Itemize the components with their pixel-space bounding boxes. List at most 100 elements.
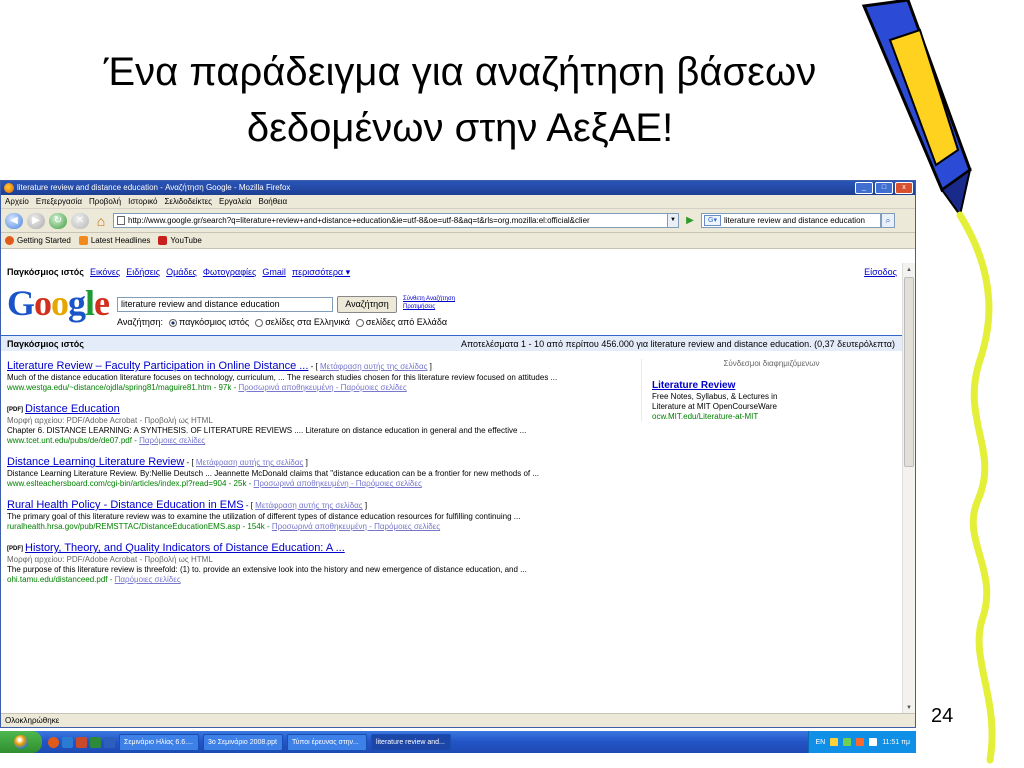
translate-link[interactable]: - [ Μετάφραση αυτής της σελίδας ] [308,362,432,371]
result-title-link[interactable]: Distance Education [25,403,120,415]
windows-taskbar: Σεμινάριο Ηλίας 6.6.... 3ο Σεμινάριο 200… [0,731,916,753]
task-seminar-folder[interactable]: Σεμινάριο Ηλίας 6.6.... [119,733,199,751]
excel-quicklaunch-icon[interactable] [90,736,101,748]
results-label: Παγκόσμιος ιστός [7,339,84,349]
word-quicklaunch-icon[interactable] [104,736,115,748]
result-title-line: Distance Learning Literature Review - [ … [7,455,617,469]
gbar-news[interactable]: Ειδήσεις [126,265,160,279]
go-arrow-icon[interactable]: ▶ [683,213,697,228]
url-dropdown-icon[interactable]: ▼ [667,213,679,228]
cache-similar-links[interactable]: Παρόμοιες σελίδες [115,575,181,584]
result-title-link[interactable]: Rural Health Policy - Distance Education… [7,499,244,511]
result-item: Literature Review – Faculty Participatio… [7,359,617,393]
scope-option-web[interactable]: παγκόσμιος ιστός [168,316,249,328]
tray-icon[interactable] [856,738,865,746]
tray-icon[interactable] [843,738,852,746]
window-titlebar[interactable]: literature review and distance education… [1,181,915,195]
sponsored-url[interactable]: ocw.MIT.edu/Literature-at-MIT [652,412,891,422]
menu-bookmarks[interactable]: Σελιδοδείκτες [164,195,212,208]
quick-launch [48,736,115,748]
home-icon[interactable]: ⌂ [93,213,109,229]
scroll-up-icon[interactable]: ▲ [904,265,914,275]
slide-title-line1: Ένα παράδειγμα για αναζήτηση βάσεων [103,50,817,94]
window-title: literature review and distance education… [17,183,291,192]
reload-icon[interactable]: ↻ [49,212,67,229]
translate-link[interactable]: - [ Μετάφραση αυτής της σελίδας ] [184,458,308,467]
volume-icon[interactable] [869,738,878,746]
result-snippet: Distance Learning Literature Review. By:… [7,469,540,478]
bookmark-getting-started[interactable]: Getting Started [5,233,71,248]
menu-tools[interactable]: Εργαλεία [219,195,251,208]
rss-icon [78,236,88,245]
translate-link[interactable]: - [ Μετάφραση αυτής της σελίδας ] [244,501,367,510]
close-button[interactable]: x [895,182,913,194]
cache-similar-links[interactable]: Παρόμοιες σελίδες [139,436,205,445]
gbar-photos[interactable]: Φωτογραφίες [203,265,257,279]
menu-view[interactable]: Προβολή [89,195,121,208]
maximize-button[interactable]: □ [875,182,893,194]
scope-option-greek[interactable]: σελίδες στα Ελληνικά [255,316,350,328]
result-snippet: The primary goal of this literature revi… [7,512,521,521]
result-title-link[interactable]: Distance Learning Literature Review [7,456,184,468]
task-firefox[interactable]: literature review and... [371,733,451,751]
google-logo[interactable]: Google [7,283,110,323]
result-item: Rural Health Policy - Distance Education… [7,498,617,532]
language-indicator[interactable]: EN [815,739,825,746]
gbar-more[interactable]: περισσότερα ▾ [292,265,350,279]
radio-icon[interactable] [355,318,364,327]
task-research-types[interactable]: Τύποι έρευνας στην... [287,733,367,751]
result-title-link[interactable]: Literature Review – Faculty Participatio… [7,360,308,372]
menu-edit[interactable]: Επεξεργασία [36,195,82,208]
firefox-quicklaunch-icon[interactable] [48,736,59,748]
result-url-line: ruralhealth.hrsa.gov/pub/REMSTTAC/Distan… [7,522,617,532]
stop-icon[interactable]: ✕ [71,212,89,229]
toolbar-search-input[interactable]: G▾ literature review and distance educat… [701,213,881,228]
scope-option-greece[interactable]: σελίδες από Ελλάδα [355,316,447,328]
sponsored-title[interactable]: Literature Review [652,379,891,392]
radio-selected-icon[interactable] [168,318,177,327]
result-title-link[interactable]: History, Theory, and Quality Indicators … [25,542,345,554]
google-search-button[interactable]: Αναζήτηση [337,296,397,313]
cache-similar-links[interactable]: Προσωρινά αποθηκευμένη - Παρόμοιες σελίδ… [272,522,440,531]
cache-similar-links[interactable]: Προσωρινά αποθηκευμένη - Παρόμοιες σελίδ… [238,383,406,392]
youtube-icon [158,236,168,245]
result-url: www.tcet.unt.edu/pubs/de/de07.pdf - [7,436,137,445]
task-seminar-ppt[interactable]: 3ο Σεμινάριο 2008.ppt [203,733,283,751]
forward-arrow-icon[interactable]: ▶ [27,212,45,229]
results-header-bar: Παγκόσμιος ιστός Αποτελέσματα 1 - 10 από… [1,335,903,351]
result-url: ruralhealth.hrsa.gov/pub/REMSTTAC/Distan… [7,522,270,531]
sponsored-links: Σύνδεσμοι διαφημιζόμενων Literature Revi… [641,359,891,422]
menu-history[interactable]: Ιστορικό [128,195,157,208]
slide-title: Ένα παράδειγμα για αναζήτηση βάσεων δεδο… [20,44,900,156]
signin-link[interactable]: Είσοδος [864,265,897,279]
search-icon[interactable]: ⌕ [881,213,895,228]
gbar-gmail[interactable]: Gmail [262,265,286,279]
menu-help[interactable]: Βοήθεια [259,195,288,208]
radio-icon[interactable] [255,318,264,327]
gbar-images[interactable]: Εικόνες [90,265,120,279]
gbar-groups[interactable]: Ομάδες [166,265,197,279]
page-content: Παγκόσμιος ιστός Εικόνες Ειδήσεις Ομάδες… [1,263,903,715]
scroll-thumb[interactable] [904,277,914,467]
results-stats: Αποτελέσματα 1 - 10 από περίπου 456.000 … [460,339,895,349]
ie-quicklaunch-icon[interactable] [62,736,73,748]
tray-icon[interactable] [830,738,839,746]
bookmark-youtube[interactable]: YouTube [158,233,202,248]
advanced-search-link[interactable]: Σύνθετη Αναζήτηση [403,295,455,303]
google-engine-icon[interactable]: G▾ [704,215,721,226]
cache-similar-links[interactable]: Προσωρινά αποθηκευμένη - Παρόμοιες σελίδ… [254,479,422,488]
preferences-link[interactable]: Προτιμήσεις [403,303,455,311]
bookmark-latest-headlines[interactable]: Latest Headlines [78,233,150,248]
vertical-scrollbar[interactable]: ▲ ▼ [902,263,915,715]
search-scope: Αναζήτηση: παγκόσμιος ιστός σελίδες στα … [117,316,447,328]
start-button[interactable] [0,731,42,753]
back-arrow-icon[interactable]: ◀ [5,212,23,229]
google-search-input[interactable]: literature review and distance education [117,297,333,312]
result-item: [PDF] Distance Education Μορφή αρχείου: PD… [7,402,617,446]
powerpoint-quicklaunch-icon[interactable] [76,736,87,748]
url-bar[interactable]: http://www.google.gr/search?q=literature… [113,213,668,228]
minimize-button[interactable]: _ [855,182,873,194]
result-snippet: Chapter 6. DISTANCE LEARNING: A SYNTHESI… [7,426,527,435]
scroll-down-icon[interactable]: ▼ [904,703,914,713]
menu-file[interactable]: Αρχείο [5,195,29,208]
